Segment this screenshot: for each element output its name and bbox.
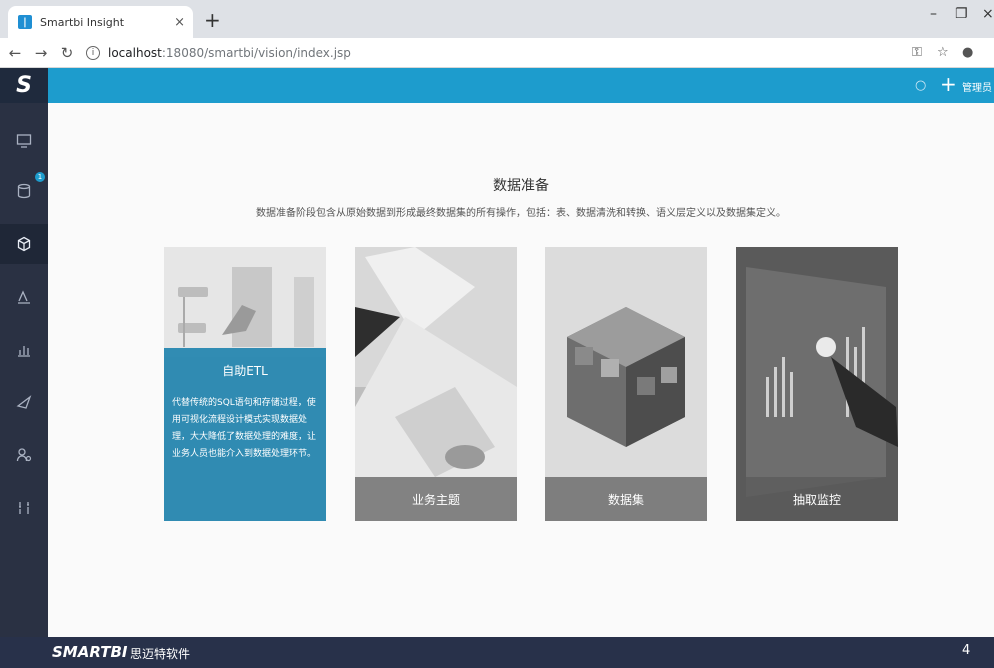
url-host: localhost <box>108 46 162 60</box>
cube-icon[interactable] <box>0 224 48 264</box>
url-path: :18080/smartbi/vision/index.jsp <box>161 46 351 60</box>
sidebar <box>0 103 48 637</box>
chart-icon[interactable] <box>0 330 48 370</box>
footer-brand: SMARTBI <box>52 643 128 661</box>
card-dataset[interactable]: 数据集 <box>545 247 707 521</box>
page-description: 数据准备阶段包含从原始数据到形成最终数据集的所有操作，包括：表、数据清洗和转换、… <box>256 208 786 219</box>
card-business-theme[interactable]: 业务主题 <box>355 247 517 521</box>
smartbi-favicon-icon: | <box>18 15 32 29</box>
minimize-icon[interactable]: – <box>930 6 937 22</box>
analysis-icon[interactable] <box>0 277 48 317</box>
address-bar: ← → ↻ i localhost :18080/smartbi/vision/… <box>0 38 994 68</box>
new-tab-button[interactable]: + <box>204 8 221 32</box>
url-field[interactable]: i localhost :18080/smartbi/vision/index.… <box>86 42 906 64</box>
smartbi-logo[interactable]: S <box>0 68 48 103</box>
profile-icon[interactable]: ● <box>962 45 973 60</box>
reload-icon[interactable]: ↻ <box>56 44 78 62</box>
star-icon[interactable]: ☆ <box>937 45 949 60</box>
browser-tab[interactable]: | Smartbi Insight × <box>8 6 193 38</box>
tab-title: Smartbi Insight <box>40 15 125 29</box>
card-title: 抽取监控 <box>736 477 898 521</box>
send-icon[interactable] <box>0 382 48 422</box>
card-title: 自助ETL <box>222 364 268 378</box>
footer-bar: SMARTBI 思迈特软件 4 <box>0 637 994 668</box>
people-icon[interactable] <box>0 435 48 475</box>
maximize-icon[interactable]: ❐ <box>955 6 968 22</box>
monitor-icon[interactable] <box>0 121 48 161</box>
card-extraction-monitor[interactable]: 抽取监控 <box>736 247 898 521</box>
key-icon[interactable]: ⚿ <box>912 45 922 60</box>
app-header <box>0 68 994 103</box>
browser-tab-bar: | Smartbi Insight × + – ❐ × <box>0 0 994 38</box>
card-description: 代替传统的SQL语句和存储过程，使用可视化流程设计模式实现数据处理，大大降低了数… <box>172 398 317 459</box>
etl-overlay: 自助ETL 代替传统的SQL语句和存储过程，使用可视化流程设计模式实现数据处理，… <box>164 348 326 521</box>
notification-badge: 1 <box>35 172 45 182</box>
user-menu[interactable]: 管理员 <box>962 79 992 94</box>
close-window-icon[interactable]: × <box>982 6 994 22</box>
page-number: 4 <box>962 643 971 658</box>
card-self-service-etl[interactable]: 自助ETL 代替传统的SQL语句和存储过程，使用可视化流程设计模式实现数据处理，… <box>164 247 326 521</box>
search-icon[interactable]: ○ <box>915 78 926 93</box>
forward-icon[interactable]: → <box>30 44 52 62</box>
site-info-icon[interactable]: i <box>86 46 100 60</box>
card-title: 业务主题 <box>355 477 517 521</box>
tools-icon[interactable] <box>0 488 48 528</box>
tab-close-icon[interactable]: × <box>174 15 185 30</box>
footer-company: 思迈特软件 <box>130 647 191 661</box>
add-button[interactable]: + <box>940 74 957 94</box>
card-title: 数据集 <box>545 477 707 521</box>
page-title: 数据准备 <box>493 178 549 194</box>
back-icon[interactable]: ← <box>4 44 26 62</box>
